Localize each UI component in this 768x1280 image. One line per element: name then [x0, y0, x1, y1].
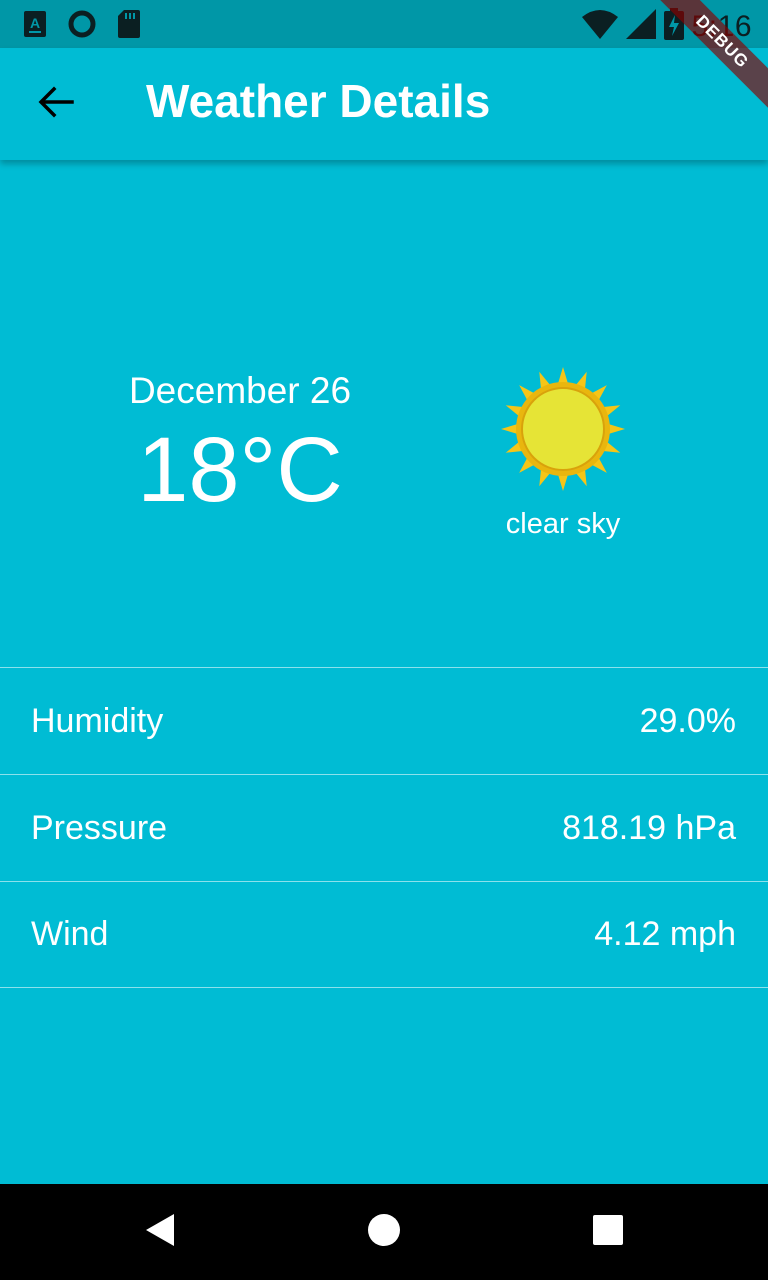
- page-title: Weather Details: [146, 75, 491, 127]
- wifi-icon: [581, 9, 618, 44]
- notification-a-icon: A: [24, 11, 46, 42]
- sd-card-icon: [118, 10, 140, 43]
- detail-row-pressure: Pressure 818.19 hPa: [0, 774, 768, 881]
- detail-value: 29.0%: [639, 701, 736, 740]
- nav-home-button[interactable]: [360, 1208, 408, 1256]
- back-triangle-icon: [144, 1213, 176, 1252]
- weather-condition: clear sky: [505, 508, 621, 540]
- detail-label: Humidity: [31, 701, 164, 740]
- status-left-icons: A: [24, 10, 140, 43]
- detail-value: 4.12 mph: [594, 915, 736, 953]
- cell-signal-icon: [625, 9, 656, 44]
- home-circle-icon: [367, 1213, 401, 1252]
- weather-details-screen: A Weather Details DEBUG December 26 18°C…: [0, 0, 768, 1280]
- detail-label: Wind: [31, 915, 109, 953]
- sync-circle-icon: [68, 10, 96, 43]
- svg-text:A: A: [30, 15, 40, 31]
- detail-row-humidity: Humidity 29.0%: [0, 667, 768, 774]
- weather-temperature: 18°C: [137, 419, 343, 521]
- detail-value: 818.19 hPa: [562, 808, 736, 847]
- weather-details-list: Humidity 29.0% Pressure 818.19 hPa Wind …: [0, 667, 768, 988]
- detail-row-wind: Wind 4.12 mph: [0, 881, 768, 988]
- nav-recents-button[interactable]: [584, 1208, 632, 1256]
- recents-square-icon: [593, 1214, 623, 1250]
- sun-icon: [500, 366, 626, 492]
- detail-label: Pressure: [31, 808, 168, 847]
- weather-date: December 26: [128, 370, 352, 411]
- app-bar: Weather Details: [0, 48, 768, 160]
- back-button[interactable]: [24, 80, 88, 128]
- nav-back-button[interactable]: [136, 1208, 184, 1256]
- arrow-back-icon: [38, 86, 74, 123]
- status-bar: A: [0, 0, 768, 48]
- system-nav-bar: [0, 1184, 768, 1280]
